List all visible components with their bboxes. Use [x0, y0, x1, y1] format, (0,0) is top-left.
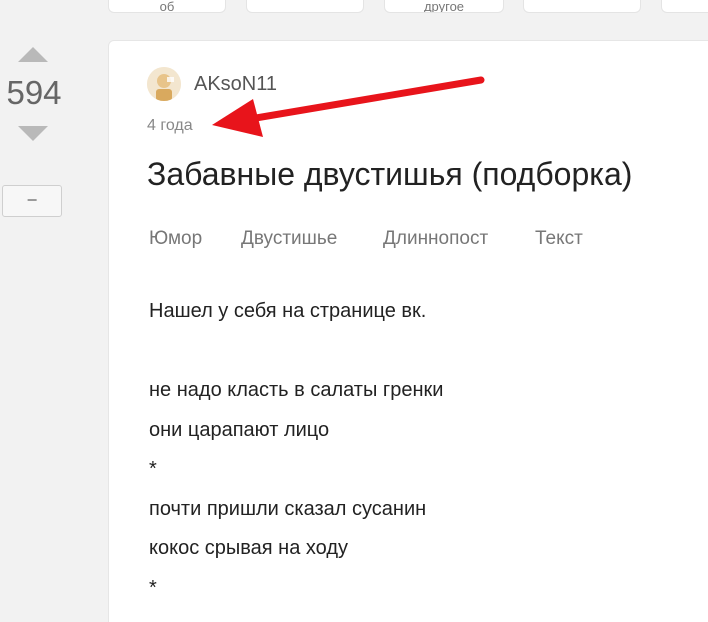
author-avatar[interactable] [147, 67, 181, 101]
story-title[interactable]: Забавные двустишья (подборка) [147, 153, 632, 195]
page: об другое 594 − AKsoN11 4 года Забавные … [0, 0, 708, 622]
minus-button[interactable]: − [2, 185, 62, 217]
story-card: AKsoN11 4 года Забавные двустишья (подбо… [108, 40, 708, 622]
top-tab-strip: об другое [0, 0, 708, 20]
top-tab[interactable]: другое [384, 0, 504, 13]
body-line: * [149, 576, 157, 599]
body-line: Нашел у себя на странице вк. [149, 300, 427, 322]
body-line: * [149, 458, 157, 480]
downvote-arrow-icon[interactable] [18, 126, 48, 141]
upvote-arrow-icon[interactable] [18, 47, 48, 62]
post-age[interactable]: 4 года [147, 116, 193, 136]
top-tab[interactable]: об [108, 0, 226, 13]
top-tab[interactable] [661, 0, 708, 13]
story-body: Нашел у себя на странице вк. не надо кла… [149, 292, 708, 622]
avatar-image-icon [147, 67, 181, 101]
body-line [149, 332, 708, 372]
body-line: они царапают лицо [149, 418, 330, 441]
body-line: почти пришли сказал сусанин [149, 497, 427, 520]
top-tab[interactable] [523, 0, 641, 13]
body-line: не надо класть в салаты гренки [149, 379, 444, 401]
top-tab-label: другое [423, 0, 465, 13]
top-tab[interactable] [246, 0, 364, 13]
tag-long-post[interactable]: Длиннопост [383, 227, 488, 251]
body-line: кокос срывая на ходу [149, 537, 349, 559]
rating-score: 594 [6, 74, 62, 111]
body-line: посредством головокруженья [149, 608, 708, 622]
tag-humor[interactable]: Юмор [149, 227, 202, 251]
tag-dvustishye[interactable]: Двустишье [241, 227, 337, 251]
author-name[interactable]: AKsoN11 [194, 71, 277, 97]
top-tab-label: об [159, 0, 175, 13]
tag-text[interactable]: Текст [535, 227, 583, 251]
